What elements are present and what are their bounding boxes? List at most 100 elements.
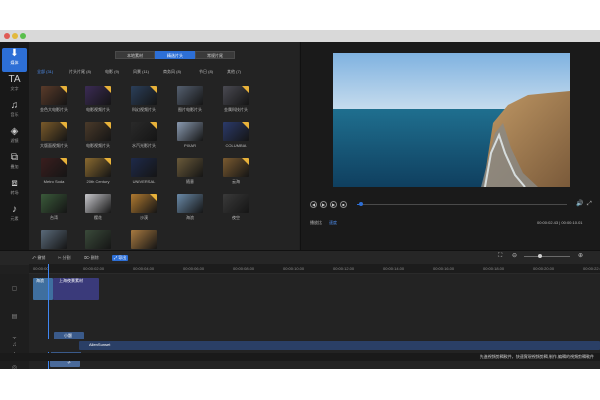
template-label: 金色大电影片头 bbox=[40, 107, 68, 112]
sidebar-item-0[interactable]: ⬇ 媒体 bbox=[2, 48, 27, 72]
video-track-icon: ▢ bbox=[11, 286, 18, 292]
playback-progress[interactable] bbox=[357, 202, 567, 206]
zoom-slider[interactable] bbox=[524, 256, 570, 257]
next-frame-button[interactable]: ▶ bbox=[330, 201, 337, 208]
template-thumbnail bbox=[223, 122, 249, 141]
prev-frame-button[interactable]: ◀ bbox=[310, 201, 317, 208]
template-thumbnail bbox=[85, 158, 111, 177]
template-label: 夜空 bbox=[232, 215, 240, 220]
sidebar-item-label: 转场 bbox=[10, 190, 19, 195]
segment-tab-2[interactable]: 常规片尾 bbox=[195, 51, 235, 59]
ruler-tick: 00:00:08.00 bbox=[233, 266, 255, 271]
template-tile[interactable]: 20th Century bbox=[85, 158, 111, 186]
play-button[interactable]: ▶ bbox=[320, 201, 327, 208]
timeline-tool-0[interactable]: ⤺ 撤销 bbox=[32, 255, 45, 261]
app-window: ⬇ 媒体 TA 文字 ♫ 音乐 ◈ 滤镜 ⧉ 叠加 ⧈ 转场 ♪ 元素 本地素材 精选片头 常规片尾 全部 (… bbox=[0, 30, 600, 369]
template-tile[interactable]: PIXAR bbox=[177, 122, 203, 150]
timeline-toolbar: ⊖ ⊕ ⛶ ⤺ 撤销 ✄ 分割 ⌦ 删除 ⤢ 导出 bbox=[0, 250, 600, 265]
template-tile[interactable]: COLUMBIA bbox=[223, 122, 249, 150]
template-tile[interactable]: UNIVERSAL bbox=[131, 158, 157, 186]
template-label: 云海 bbox=[232, 179, 240, 184]
music-clip-label: AllenSunset bbox=[89, 342, 111, 347]
segment-tab-0[interactable]: 本地素材 bbox=[115, 51, 155, 59]
music-track-header: ♫ bbox=[0, 339, 29, 352]
sidebar-item-6[interactable]: ♪ 元素 bbox=[2, 204, 27, 228]
fit-icon[interactable]: ⛶ bbox=[498, 253, 502, 259]
category-tab-2[interactable]: 电影 (9) bbox=[105, 68, 119, 76]
volume-icon[interactable]: 🔊 bbox=[576, 201, 583, 207]
video-clip-night[interactable]: 上海夜景素材 bbox=[53, 278, 99, 300]
stop-button[interactable]: ■ bbox=[340, 201, 347, 208]
template-tile[interactable]: 水汽光影片头 bbox=[131, 122, 157, 150]
video-clip2-label: 上海夜景素材 bbox=[59, 278, 83, 283]
left-sidebar: ⬇ 媒体 TA 文字 ♫ 音乐 ◈ 滤镜 ⧉ 叠加 ⧈ 转场 ♪ 元素 bbox=[0, 42, 30, 250]
new-badge-icon bbox=[150, 194, 157, 201]
timeline-tool-2[interactable]: ⌦ 删除 bbox=[84, 255, 99, 261]
zoom-slider-knob[interactable] bbox=[538, 254, 542, 258]
speed-label: 播放比 bbox=[310, 220, 322, 225]
music-track[interactable]: AllenSunset bbox=[29, 339, 600, 352]
template-thumbnail bbox=[131, 86, 157, 105]
category-tab-1[interactable]: 片头片尾 (8) bbox=[69, 68, 91, 76]
template-thumbnail bbox=[41, 122, 67, 141]
template-label: 科幻视频片头 bbox=[132, 107, 156, 112]
template-tile[interactable]: 云海 bbox=[223, 158, 249, 186]
new-badge-icon bbox=[60, 158, 67, 165]
category-tab-4[interactable]: 商务风 (8) bbox=[163, 68, 181, 76]
template-label: 樱花 bbox=[94, 215, 102, 220]
template-tile[interactable]: 金属科技片头 bbox=[223, 86, 249, 114]
status-note: 先進視頻剪輯軟件，快速實現視頻剪輯,制作,編輯的視頻剪輯軟件 bbox=[479, 354, 594, 359]
ruler-tick: 00:00:02.00 bbox=[83, 266, 105, 271]
template-tile[interactable]: 电影视频片头 bbox=[85, 122, 111, 150]
sidebar-item-label: 媒体 bbox=[10, 60, 19, 65]
template-tile[interactable]: 随意 bbox=[177, 158, 203, 186]
speed-value[interactable]: 速度 bbox=[329, 220, 337, 225]
timeline-tool-3[interactable]: ⤢ 导出 bbox=[112, 255, 129, 261]
title-bar bbox=[0, 30, 600, 42]
template-tile[interactable]: 电影视频片头 bbox=[85, 86, 111, 114]
template-tile[interactable]: 海浪 bbox=[177, 194, 203, 222]
sidebar-item-3[interactable]: ◈ 滤镜 bbox=[2, 126, 27, 150]
template-tile[interactable]: 沙漠 bbox=[131, 194, 157, 222]
template-tile[interactable]: 图片电影片头 bbox=[177, 86, 203, 114]
template-tile[interactable]: 金色大电影片头 bbox=[40, 86, 68, 114]
timeline-ruler[interactable]: 00:00:00 00:00:02.00 00:00:04.00 00:00:06.0… bbox=[29, 264, 600, 274]
pip-track-header: ▤ bbox=[0, 305, 29, 330]
template-label: 海浪 bbox=[186, 215, 194, 220]
sidebar-item-5[interactable]: ⧈ 转场 bbox=[2, 178, 27, 202]
template-thumbnail bbox=[223, 158, 249, 177]
template-tile[interactable]: 大版面视频片头 bbox=[40, 122, 68, 150]
template-thumbnail bbox=[177, 86, 203, 105]
template-tile[interactable]: 樱花 bbox=[85, 194, 111, 222]
music-clip[interactable]: AllenSunset bbox=[79, 341, 600, 350]
maximize-window-dot[interactable] bbox=[20, 33, 26, 39]
text-icon: TA bbox=[8, 74, 21, 85]
pip-track[interactable] bbox=[29, 305, 600, 330]
template-tile[interactable]: Metro Soda bbox=[41, 158, 67, 186]
video-clip-waves[interactable]: 海浪 bbox=[33, 278, 53, 300]
template-thumbnail bbox=[41, 230, 67, 249]
segment-tab-1[interactable]: 精选片头 bbox=[155, 51, 195, 59]
sidebar-item-1[interactable]: TA 文字 bbox=[2, 74, 27, 98]
category-tab-0[interactable]: 全部 (31) bbox=[37, 68, 53, 76]
zoom-out-icon[interactable]: ⊖ bbox=[512, 253, 517, 259]
ruler-tick: 00:00:04.00 bbox=[133, 266, 155, 271]
fullscreen-icon[interactable]: ⤢ bbox=[587, 201, 592, 207]
video-track[interactable]: 海浪 上海夜景素材 bbox=[29, 274, 600, 306]
timeline-tool-1[interactable]: ✄ 分割 bbox=[58, 255, 70, 261]
template-tile[interactable]: 台湾 bbox=[41, 194, 67, 222]
category-tab-5[interactable]: 节日 (8) bbox=[199, 68, 213, 76]
zoom-in-icon[interactable]: ⊕ bbox=[578, 253, 583, 259]
ruler-tick: 00:00:06.00 bbox=[183, 266, 205, 271]
sidebar-item-4[interactable]: ⧉ 叠加 bbox=[2, 152, 27, 176]
category-tab-6[interactable]: 其他 (7) bbox=[227, 68, 241, 76]
template-tile[interactable]: 夜空 bbox=[223, 194, 249, 222]
template-tile[interactable]: 科幻视频片头 bbox=[131, 86, 157, 114]
template-label: 图片电影片头 bbox=[178, 107, 202, 112]
status-bar: 先進視頻剪輯軟件，快速實現視頻剪輯,制作,編輯的視頻剪輯軟件 bbox=[0, 353, 600, 361]
category-tab-3[interactable]: 风景 (11) bbox=[133, 68, 149, 76]
sidebar-item-2[interactable]: ♫ 音乐 bbox=[2, 100, 27, 124]
new-badge-icon bbox=[242, 122, 249, 129]
close-window-dot[interactable] bbox=[4, 33, 10, 39]
minimize-window-dot[interactable] bbox=[12, 33, 18, 39]
